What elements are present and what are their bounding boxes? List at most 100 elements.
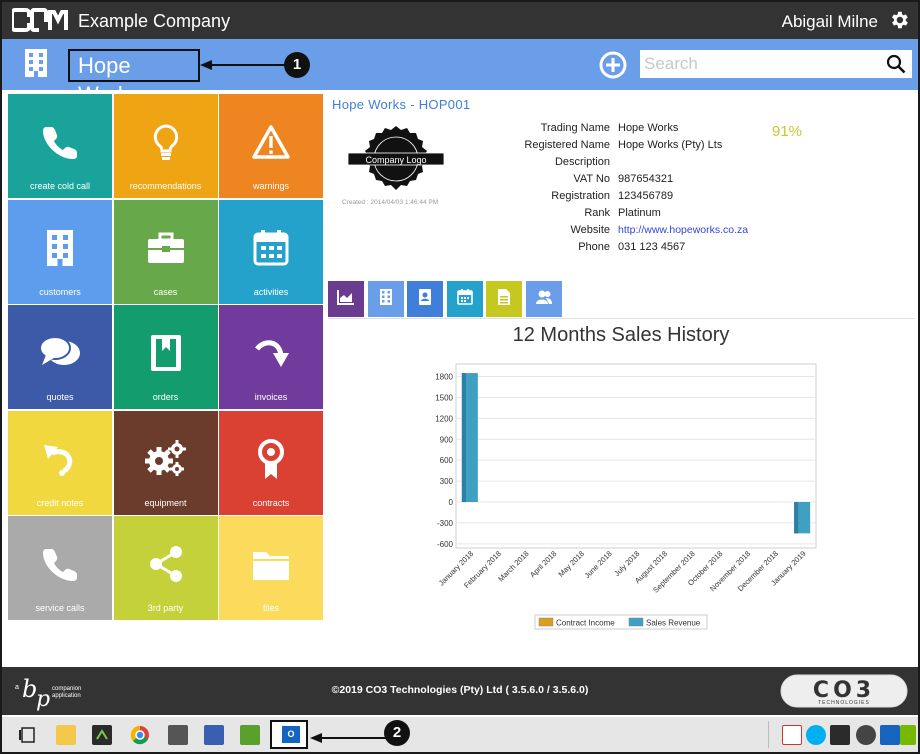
chart-bar-shade xyxy=(794,502,799,534)
legend-swatch xyxy=(538,617,554,627)
calendar-icon xyxy=(456,288,474,311)
task-view-icon[interactable] xyxy=(18,725,38,745)
alert-tray-icon[interactable] xyxy=(782,725,802,745)
tile-invoices[interactable]: invoices xyxy=(219,305,323,409)
company-name: Example Company xyxy=(78,11,231,31)
tile-label: cases xyxy=(153,286,178,297)
terminal-app-icon[interactable] xyxy=(92,725,112,745)
chart-title: 12 Months Sales History xyxy=(512,324,730,346)
info-value: 031 123 4567 xyxy=(618,241,686,253)
security-tray-icon[interactable] xyxy=(856,725,876,745)
gears-icon xyxy=(114,439,218,483)
phone-icon xyxy=(8,544,112,588)
tile-quotes[interactable]: quotes xyxy=(8,305,112,409)
skype-tray-icon[interactable] xyxy=(806,725,826,745)
chart-y-tick-label: 600 xyxy=(440,456,454,465)
chart-y-tick-label: -300 xyxy=(437,519,454,528)
lightbulb-icon xyxy=(114,122,218,166)
created-timestamp: Created : 2014/04/03 1:46:44 PM xyxy=(342,199,439,206)
account-code-heading[interactable]: Hope Works - HOP001 xyxy=(332,97,470,112)
website-link[interactable]: http://www.hopeworks.co.za xyxy=(618,224,748,236)
svg-text:TECHNOLOGIES: TECHNOLOGIES xyxy=(818,700,870,706)
file-explorer-icon[interactable] xyxy=(56,725,76,745)
chart-y-tick-label: -600 xyxy=(437,540,454,549)
building-icon xyxy=(22,47,50,79)
tile-contracts[interactable]: contracts xyxy=(219,410,323,515)
callout-arrow-1 xyxy=(200,60,290,70)
tile-create-cold-call[interactable]: create cold call xyxy=(8,94,112,198)
tile-activities[interactable]: activities xyxy=(219,199,323,304)
tile-customers[interactable]: customers xyxy=(8,199,112,304)
info-value: Platinum xyxy=(618,207,661,219)
outlook-taskbar-button[interactable]: O xyxy=(270,720,308,749)
chrome-icon[interactable] xyxy=(130,725,150,745)
tab-area-chart[interactable] xyxy=(328,281,364,317)
add-plus-icon[interactable] xyxy=(599,51,627,79)
chart-y-tick-label: 0 xyxy=(449,498,454,507)
tab-document[interactable] xyxy=(486,281,522,317)
remote-desktop-icon[interactable] xyxy=(204,725,224,745)
share-icon xyxy=(114,544,218,588)
tile-label: recommendations xyxy=(129,181,202,191)
tile-label: create cold call xyxy=(29,181,91,191)
tile-warnings[interactable]: warnings xyxy=(219,94,323,198)
search-input[interactable] xyxy=(640,50,912,78)
top-bar: Example Company Abigail Milne xyxy=(2,2,918,39)
database-app-icon[interactable] xyxy=(168,725,188,745)
terminal-tray-icon[interactable] xyxy=(830,725,850,745)
completeness-percent: 91% xyxy=(772,123,803,140)
module-tile-grid: create cold call recommendations warnings c… xyxy=(8,94,324,620)
info-label: Registered Name xyxy=(524,139,610,151)
chat-icon xyxy=(8,333,112,377)
info-label: VAT No xyxy=(573,173,610,185)
tile-label: equipment xyxy=(144,497,187,508)
info-label: Rank xyxy=(584,207,610,219)
contacts-book-icon xyxy=(417,288,433,311)
tile-service-calls[interactable]: service calls xyxy=(8,516,112,620)
redo-arrow-icon xyxy=(219,333,323,377)
tab-divider xyxy=(328,318,914,319)
tile-files[interactable]: files xyxy=(219,516,323,620)
callout-arrow-2 xyxy=(310,733,386,743)
legend-label: Sales Revenue xyxy=(646,619,701,628)
footer-bar: a b p companion application ©2019 CO3 Te… xyxy=(2,667,918,715)
tile-cases[interactable]: cases xyxy=(113,199,218,304)
outlook-tray-icon[interactable] xyxy=(880,725,900,745)
nvidia-tray-icon[interactable] xyxy=(900,725,916,745)
user-name[interactable]: Abigail Milne xyxy=(782,12,878,32)
editor-app-icon[interactable] xyxy=(240,725,260,745)
tile-credit-notes[interactable]: credit notes xyxy=(8,410,112,515)
tile-orders[interactable]: orders xyxy=(113,305,218,409)
tile-label: 3rd party xyxy=(147,603,184,613)
callout-badge-2: 2 xyxy=(384,720,410,746)
tab-building[interactable] xyxy=(367,281,404,317)
tile-label: contracts xyxy=(252,497,290,508)
co3-technologies-logo: CO3 TECHNOLOGIES xyxy=(780,673,908,709)
chart-plot-area xyxy=(455,363,817,549)
document-icon xyxy=(497,288,511,311)
sales-history-chart: 1800150012009006003000-300-600January 20… xyxy=(435,363,817,630)
tile-label: credit notes xyxy=(36,497,84,508)
tab-calendar[interactable] xyxy=(446,281,483,317)
info-label: Website xyxy=(570,224,610,236)
tile-label: files xyxy=(262,603,279,613)
tile-label: warnings xyxy=(252,181,290,191)
search-icon[interactable] xyxy=(886,54,906,74)
chart-y-tick-label: 300 xyxy=(440,477,454,486)
chart-x-tick-label: April 2018 xyxy=(528,549,558,579)
tile-label: quotes xyxy=(46,392,74,402)
book-icon xyxy=(114,333,218,377)
undo-arrow-icon xyxy=(8,439,112,483)
tile-label: customers xyxy=(39,286,81,297)
crm-logo[interactable] xyxy=(12,8,68,32)
tile-equipment[interactable]: equipment xyxy=(113,410,218,515)
gear-icon[interactable] xyxy=(888,9,910,31)
tab-contacts-book[interactable] xyxy=(407,281,443,317)
info-value: Hope Works (Pty) Lts xyxy=(618,139,723,151)
chart-y-tick-label: 1200 xyxy=(435,414,453,423)
info-value: 123456789 xyxy=(618,190,674,202)
tile-recommendations[interactable]: recommendations xyxy=(113,94,218,198)
tile-3rd-party[interactable]: 3rd party xyxy=(113,516,218,620)
tab-users[interactable] xyxy=(525,281,562,317)
windows-taskbar: O 2 xyxy=(2,717,918,752)
